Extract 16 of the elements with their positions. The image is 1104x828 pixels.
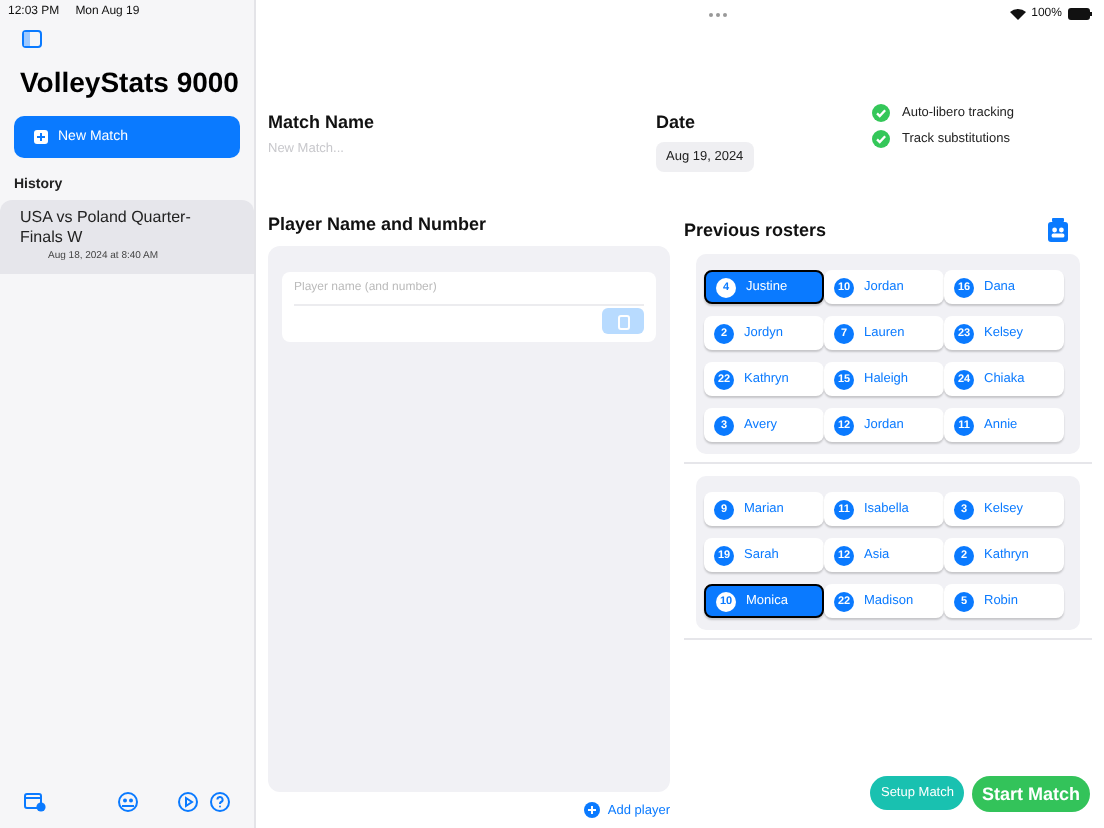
date-label: Date bbox=[656, 112, 698, 132]
player-entry-label: Player Name and Number bbox=[268, 214, 489, 234]
help-icon[interactable] bbox=[210, 791, 230, 811]
plus-circle-icon bbox=[583, 802, 600, 818]
plus-icon bbox=[34, 130, 48, 144]
play-icon[interactable] bbox=[178, 791, 198, 811]
battery-icon bbox=[1067, 8, 1092, 20]
previous-rosters-label: Previous rosters bbox=[684, 220, 827, 240]
calendar-icon[interactable] bbox=[24, 791, 46, 811]
more-dots-icon[interactable] bbox=[708, 11, 729, 17]
match-name-label: Match Name bbox=[268, 112, 377, 132]
start-match-button[interactable]: Start Match bbox=[971, 776, 1090, 812]
sidebar-toggle-icon[interactable] bbox=[22, 30, 42, 48]
app-title: VolleyStats 9000 bbox=[20, 66, 241, 98]
wifi-icon bbox=[1009, 8, 1026, 20]
clipboard-icon bbox=[617, 313, 629, 329]
